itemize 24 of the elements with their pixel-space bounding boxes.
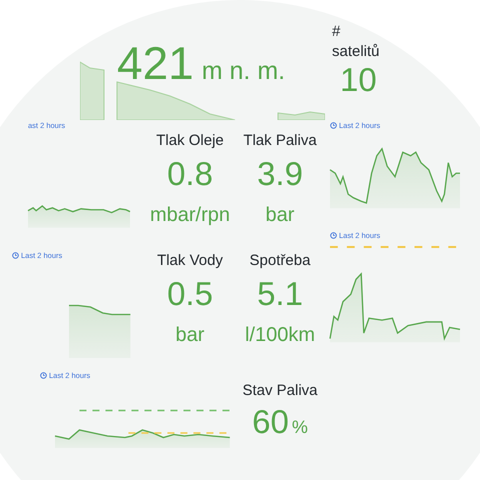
stat-unit: % (292, 417, 308, 438)
altitude-unit: m n. m. (202, 57, 286, 86)
stat-value: 3.9 (257, 157, 303, 190)
stat-value: 0.5 (167, 277, 213, 310)
altitude-value: 421 (117, 40, 194, 86)
clock-icon (330, 122, 337, 128)
stat-value: 5.1 (257, 277, 303, 310)
stat-title: Tlak Vody (157, 252, 223, 269)
stat-value: 10 (340, 63, 378, 96)
stat-title: Spotřeba (250, 252, 310, 269)
stat-unit: mbar/rpn (150, 204, 230, 227)
stat-value: 0.8 (167, 157, 213, 190)
stat-title: # satelitů (332, 22, 380, 61)
stat-title: Tlak Oleje (156, 132, 224, 149)
stat-unit: bar (266, 204, 294, 227)
clock-icon (330, 232, 337, 238)
stat-unit: l/100km (244, 324, 316, 347)
stat-value: 60 (252, 405, 289, 438)
stat-title: Stav Paliva (242, 382, 318, 399)
stat-unit: bar (176, 324, 204, 347)
sparkline (68, 304, 130, 358)
clock-icon (12, 252, 19, 258)
stat-title: Tlak Paliva (243, 132, 317, 149)
clock-icon (40, 372, 47, 378)
